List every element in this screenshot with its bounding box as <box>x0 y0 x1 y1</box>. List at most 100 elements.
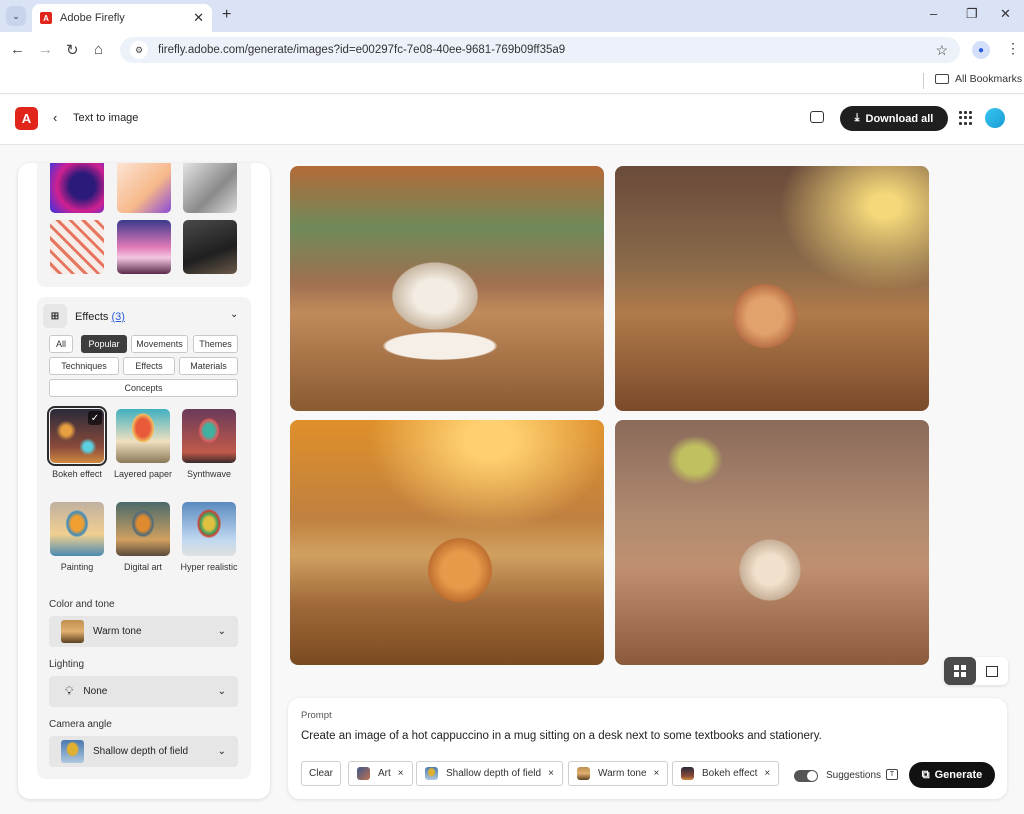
grid-icon <box>954 665 966 677</box>
suggestions-label: Suggestions <box>826 770 882 781</box>
suggestions-info-icon[interactable]: T <box>886 769 898 780</box>
browser-menu-icon[interactable]: ⋮ <box>1006 40 1020 57</box>
back-chevron-icon[interactable]: ‹ <box>53 110 57 125</box>
prompt-panel: Prompt Create an image of a hot cappucci… <box>288 698 1007 799</box>
effect-digital-art[interactable]: Digital art <box>114 502 172 572</box>
color-tone-dropdown[interactable]: Warm tone ⌄ <box>49 616 238 647</box>
effects-count[interactable]: (3) <box>112 311 125 323</box>
filter-popular[interactable]: Popular <box>81 335 127 353</box>
all-bookmarks-button[interactable]: All Bookmarks <box>935 73 1022 85</box>
download-icon: ⤓ <box>854 112 860 124</box>
generate-button[interactable]: ⧉ Generate <box>909 762 995 788</box>
all-bookmarks-label: All Bookmarks <box>955 73 1023 85</box>
effect-painting[interactable]: Painting <box>48 502 106 572</box>
effect-layered-paper[interactable]: Layered paper <box>114 409 172 479</box>
filter-materials[interactable]: Materials <box>179 357 238 375</box>
filter-techniques[interactable]: Techniques <box>49 357 119 375</box>
effect-thumb: ✓ <box>47 406 107 466</box>
tag-thumb <box>577 767 590 780</box>
effects-section: ⊞ Effects (3) ⌄ All Popular Movements Th… <box>37 297 251 779</box>
new-tab-button[interactable]: + <box>222 6 231 24</box>
url-field[interactable]: ⚙ firefly.adobe.com/generate/images?id=e… <box>120 37 960 63</box>
effect-label: Bokeh effect <box>52 469 102 479</box>
lighting-label: Lighting <box>49 659 85 670</box>
back-button[interactable]: ← <box>10 41 25 58</box>
effect-label: Layered paper <box>114 469 173 479</box>
browser-tab[interactable]: A Adobe Firefly ✕ <box>32 4 212 32</box>
url-text[interactable]: firefly.adobe.com/generate/images?id=e00… <box>158 44 565 56</box>
forward-button[interactable]: → <box>38 41 53 58</box>
restore-button[interactable]: ❐ <box>966 6 978 22</box>
filter-themes[interactable]: Themes <box>193 335 238 353</box>
feedback-icon[interactable] <box>810 111 824 123</box>
style-thumb-sketch-portrait[interactable] <box>183 163 237 213</box>
effect-thumb <box>116 409 170 463</box>
style-thumb-thumbs-up[interactable] <box>117 163 171 213</box>
home-button[interactable]: ⌂ <box>94 41 103 58</box>
minimize-button[interactable]: – <box>930 6 937 21</box>
style-thumb-neon-figure[interactable] <box>50 163 104 213</box>
effect-thumb <box>182 409 236 463</box>
effect-label: Hyper realistic <box>180 562 238 572</box>
bookmark-star-icon[interactable]: ☆ <box>935 42 948 59</box>
chevron-down-icon[interactable]: ⌄ <box>230 309 238 320</box>
chevron-down-icon: ⌄ <box>217 626 226 637</box>
tag-warm-tone[interactable]: Warm tone × <box>568 761 669 786</box>
camera-angle-dropdown[interactable]: Shallow depth of field ⌄ <box>49 736 238 767</box>
reload-button[interactable]: ↻ <box>66 41 79 59</box>
tag-art[interactable]: Art × <box>348 761 413 786</box>
generated-image-4[interactable] <box>615 420 929 665</box>
remove-tag-icon[interactable]: × <box>764 768 770 779</box>
tag-bokeh-effect[interactable]: Bokeh effect × <box>672 761 780 786</box>
window-close-button[interactable]: ✕ <box>1000 6 1011 22</box>
app-header: A ‹ Text to image ⤓ Download all <box>0 95 1024 145</box>
remove-tag-icon[interactable]: × <box>654 768 660 779</box>
address-bar-row: ← → ↻ ⌂ ⚙ firefly.adobe.com/generate/ima… <box>0 32 1024 68</box>
style-reference-grid <box>37 163 251 287</box>
close-tab-icon[interactable]: ✕ <box>193 10 204 26</box>
user-avatar[interactable] <box>985 108 1005 128</box>
lighting-dropdown[interactable]: 💡︎ None ⌄ <box>49 676 238 707</box>
filter-effects[interactable]: Effects <box>123 357 175 375</box>
tag-label: Warm tone <box>598 768 647 779</box>
style-thumb-portrait[interactable] <box>183 220 237 274</box>
checkmark-icon: ✓ <box>88 411 102 425</box>
page-title[interactable]: Text to image <box>73 112 138 124</box>
download-all-label: Download all <box>865 112 934 125</box>
effect-synthwave[interactable]: Synthwave <box>180 409 238 479</box>
tag-label: Bokeh effect <box>702 768 758 779</box>
effect-thumb <box>116 502 170 556</box>
generated-image-1[interactable] <box>290 166 604 411</box>
tag-thumb <box>425 767 438 780</box>
generated-image-3[interactable] <box>290 420 604 665</box>
effects-header[interactable]: Effects (3) <box>75 311 125 323</box>
folder-icon <box>935 74 949 84</box>
prompt-input[interactable]: Create an image of a hot cappuccino in a… <box>301 730 822 742</box>
remove-tag-icon[interactable]: × <box>548 768 554 779</box>
style-thumb-clouds[interactable] <box>117 220 171 274</box>
clear-button[interactable]: Clear <box>301 761 341 786</box>
suggestions-toggle[interactable] <box>794 770 818 782</box>
tag-label: Shallow depth of field <box>446 768 542 779</box>
tag-thumb <box>357 767 370 780</box>
remove-tag-icon[interactable]: × <box>398 768 404 779</box>
adobe-logo-icon[interactable]: A <box>15 107 38 130</box>
grid-view-button[interactable] <box>944 657 976 685</box>
download-all-button[interactable]: ⤓ Download all <box>840 106 948 131</box>
single-view-button[interactable] <box>976 657 1008 685</box>
site-settings-icon[interactable]: ⚙ <box>130 41 148 59</box>
filter-all[interactable]: All <box>49 335 73 353</box>
filter-movements[interactable]: Movements <box>131 335 188 353</box>
effect-hyper-realistic[interactable]: Hyper realistic <box>180 502 238 572</box>
generated-image-2[interactable] <box>615 166 929 411</box>
tab-search-button[interactable]: ⌄ <box>6 6 26 26</box>
generate-label: Generate <box>934 769 983 781</box>
browser-profile-icon[interactable]: ● <box>972 41 990 59</box>
filter-concepts[interactable]: Concepts <box>49 379 238 397</box>
tag-shallow-depth-of-field[interactable]: Shallow depth of field × <box>416 761 563 786</box>
effect-label: Painting <box>60 562 94 572</box>
effect-label: Synthwave <box>186 469 232 479</box>
style-thumb-pattern[interactable] <box>50 220 104 274</box>
apps-grid-icon[interactable] <box>959 111 973 125</box>
effect-bokeh[interactable]: ✓ Bokeh effect <box>47 406 107 479</box>
